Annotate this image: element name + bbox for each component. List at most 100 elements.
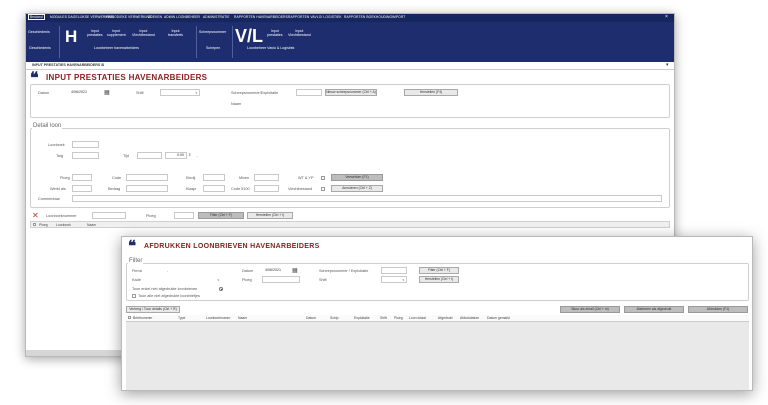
- vl-input-vlechtbestand-button[interactable]: Input Vlechtbestand: [288, 29, 311, 38]
- column-schip[interactable]: Schip: [330, 316, 338, 320]
- select-all-checkbox[interactable]: [128, 316, 131, 319]
- verwerken-button[interactable]: Verwerken (F1): [331, 174, 383, 181]
- menu-modules[interactable]: MODULES: [50, 15, 67, 19]
- verberg-toon-details-button[interactable]: Verberg / Toon details (Ctrl + R): [126, 306, 180, 313]
- column-briefnummer[interactable]: Briefnummer: [133, 316, 152, 320]
- annuleren-button[interactable]: Annuleren (Ctrl + Z): [331, 185, 383, 192]
- geschiedenis-button[interactable]: Geschiedenis: [28, 30, 50, 34]
- calendar-icon[interactable]: ▦: [104, 89, 110, 96]
- column-datum-gemaild[interactable]: Datum gemaild: [487, 316, 510, 320]
- spinner-icon[interactable]: ⇕: [188, 152, 191, 157]
- werkt-als-input[interactable]: [72, 185, 92, 192]
- tab-close-icon[interactable]: ⊠: [101, 63, 104, 67]
- enkel-niet-afgedrukt-label: Toon enkel niet afgedrukte loonbrieven: [132, 287, 198, 291]
- wt-yp-checkbox[interactable]: [321, 176, 325, 180]
- filter-legend: Filter: [128, 258, 144, 264]
- input-transferts-button[interactable]: Input transferts: [168, 29, 183, 38]
- ribbon-separator: [59, 26, 60, 58]
- stuur-als-email-button[interactable]: Stuur als email (Ctrl + m): [560, 306, 620, 313]
- markeren-als-afgedrukt-button[interactable]: Markeren als afgedrukt: [624, 306, 684, 313]
- scheepsnummer-input[interactable]: [296, 89, 322, 96]
- tijd-to-input[interactable]: 0:00: [165, 152, 187, 159]
- enkel-niet-afgedrukt-radio[interactable]: [219, 287, 223, 291]
- input-vlechtbestand-button[interactable]: Input Vlechtbestand: [132, 29, 155, 38]
- menu-rapporten-havenarbeiders[interactable]: RAPPORTEN HAVENARBEIDERS: [234, 15, 288, 19]
- loonboeknummer-input[interactable]: [92, 212, 126, 219]
- ploeg-filter-input[interactable]: [174, 212, 194, 219]
- column-loonboek[interactable]: Loonboek: [56, 223, 71, 227]
- shift-label: Shift: [319, 278, 327, 282]
- column-afgedrukt[interactable]: Afgedrukt: [438, 316, 453, 320]
- mixen-input[interactable]: [254, 174, 279, 181]
- code-input[interactable]: [126, 174, 168, 181]
- column-loon-totaal[interactable]: Loon totaal: [409, 316, 426, 320]
- menu-zoeken[interactable]: ZOEKEN: [148, 15, 162, 19]
- vavlo-group-label: Loonbeheer Vavlo & Logistiek: [247, 46, 295, 50]
- menu-rapporten-boekhouding[interactable]: RAPPORTEN BOEKHOUDING: [344, 15, 392, 19]
- filter-button[interactable]: Filter (Ctrl + F): [198, 212, 244, 219]
- menu-periodieke-verwerking[interactable]: PERIODIEKE VERWERKING: [106, 15, 152, 19]
- tab-input-prestaties[interactable]: INPUT PRESTATIES HAVENARBEIDERS ⊠: [32, 63, 104, 67]
- menu-rapporten-vavlo[interactable]: RAPPORTEN VAVLO/ LOGISTIEK: [288, 15, 342, 19]
- code-5100-input[interactable]: [254, 185, 279, 192]
- input-supplement-button[interactable]: Input supplement: [107, 29, 126, 38]
- alle-niet-afgedrukt-checkbox[interactable]: [132, 294, 136, 298]
- afdrukken-button[interactable]: Afdrukken (F1): [688, 306, 748, 313]
- herstellen-filter-button[interactable]: Herstellen (Ctrl + I): [247, 212, 293, 219]
- vl-input-prestaties-button[interactable]: Input prestaties: [267, 29, 283, 38]
- datum-field[interactable]: 4/06/2021: [68, 89, 96, 96]
- ploeg-input[interactable]: [262, 276, 300, 283]
- herstellen-button[interactable]: Herstellen (Ctrl + I): [419, 276, 459, 283]
- vlechtbestand-checkbox[interactable]: [321, 187, 325, 191]
- column-loonboeknummer[interactable]: Loonboeknumm: [206, 316, 230, 320]
- taig-input[interactable]: [72, 152, 99, 159]
- column-ploeg[interactable]: Ploeg: [39, 223, 48, 227]
- pin-icon[interactable]: ▾: [666, 62, 669, 68]
- column-afdrukdatum[interactable]: Afdrukdatum: [460, 316, 479, 320]
- nieuw-scheepsnummer-button[interactable]: Nieuw scheepsnummer (Ctrl + A): [325, 89, 377, 96]
- column-naam[interactable]: Naam: [238, 316, 247, 320]
- column-ploeg[interactable]: Ploeg: [394, 316, 403, 320]
- filter-button[interactable]: Filter (Ctrl + F): [419, 267, 459, 274]
- column-exploitatie[interactable]: Exploitatie: [354, 316, 370, 320]
- datum-label: Datum: [38, 91, 50, 95]
- column-type[interactable]: Type: [178, 316, 185, 320]
- menu-bestand[interactable]: Bestand: [28, 14, 45, 20]
- code-label: Code: [112, 176, 122, 180]
- shift-select[interactable]: ▾: [160, 89, 200, 96]
- afdrukken-loonbrieven-window: ❝ AFDRUKKEN LOONBRIEVEN HAVENARBEIDERS F…: [121, 236, 753, 391]
- prestaties-grid-header: Ploeg Loonboek Naam: [30, 221, 670, 228]
- kledij-input[interactable]: [203, 174, 225, 181]
- havenarbeiders-logo-icon: H: [65, 27, 78, 46]
- menu-bar: Bestand MODULES DAGELIJKSE VERWERKING PE…: [26, 14, 674, 22]
- tijd-from-input[interactable]: [137, 152, 162, 159]
- calendar-icon[interactable]: ▦: [292, 267, 298, 274]
- code-5100-label: Code 5100: [231, 187, 250, 191]
- werkt-als-label: Werkt als: [50, 187, 66, 191]
- quote-icon: ❝: [128, 237, 137, 255]
- scheepsnummer-button[interactable]: Scheepsnummer: [199, 30, 226, 34]
- column-shift[interactable]: Shift: [380, 316, 387, 320]
- ploeg-input[interactable]: [72, 174, 92, 181]
- close-icon[interactable]: ×: [665, 14, 668, 20]
- loonboek-input[interactable]: [72, 141, 99, 148]
- kade-select[interactable]: ▾: [167, 276, 222, 283]
- menu-admin-loonbeheer[interactable]: ADMIN LOONBEHEER: [164, 15, 200, 19]
- scheepsnummer-input[interactable]: [381, 267, 407, 274]
- bedrag-input[interactable]: [126, 185, 168, 192]
- column-datum[interactable]: Datum: [306, 316, 316, 320]
- column-naam[interactable]: Naam: [87, 223, 96, 227]
- kledij-label: Kledij: [186, 176, 196, 180]
- select-all-checkbox[interactable]: [33, 223, 36, 226]
- menu-administratie[interactable]: ADMINISTRATIE: [203, 15, 230, 19]
- loonbrieven-grid-body: [126, 322, 749, 390]
- menu-import[interactable]: IMPORT: [392, 15, 405, 19]
- shift-select[interactable]: ▾: [381, 276, 407, 283]
- klasje-input[interactable]: [203, 185, 225, 192]
- delete-icon[interactable]: ✕: [32, 211, 39, 220]
- herstellen-button[interactable]: Herstellen (F4): [404, 89, 458, 96]
- commentaar-input[interactable]: [72, 195, 662, 202]
- datum-field[interactable]: 4/06/2021: [262, 267, 290, 274]
- scheepsnummer-label: Scheepsnummer / Exploitatie: [319, 269, 369, 273]
- input-prestaties-button[interactable]: Input prestaties: [87, 29, 103, 38]
